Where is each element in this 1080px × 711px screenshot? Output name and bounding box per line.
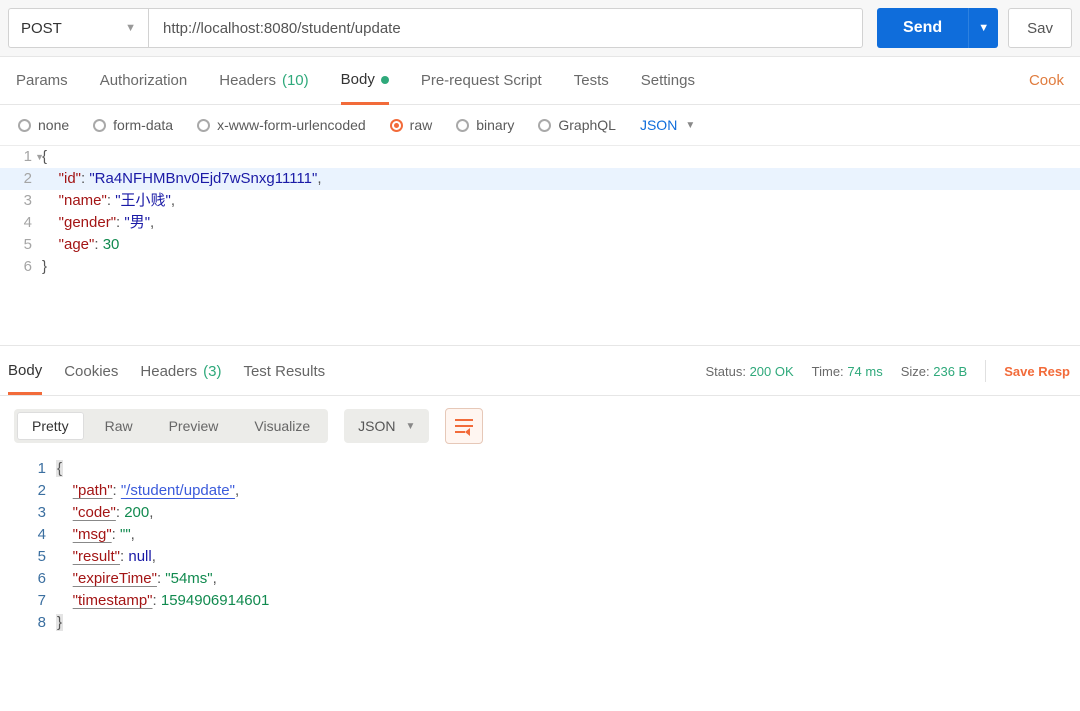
request-body-editor[interactable]: 1▼{2 "id": "Ra4NFHMBnv0Ejd7wSnxg11111",3… (0, 146, 1080, 346)
body-type-binary[interactable]: binary (456, 117, 514, 133)
view-raw[interactable]: Raw (87, 409, 151, 443)
send-button-group: Send ▼ (877, 8, 998, 48)
tab-authorization[interactable]: Authorization (100, 72, 188, 103)
tab-params[interactable]: Params (16, 72, 68, 103)
body-type-urlencoded[interactable]: x-www-form-urlencoded (197, 117, 366, 133)
tab-body-label: Body (341, 71, 375, 88)
content-type-value: JSON (640, 117, 677, 133)
resp-headers-count: (3) (203, 363, 221, 380)
save-button[interactable]: Sav (1008, 8, 1072, 48)
tab-prerequest[interactable]: Pre-request Script (421, 72, 542, 103)
content-type-select[interactable]: JSON ▼ (640, 117, 695, 133)
view-pretty[interactable]: Pretty (17, 412, 84, 440)
chevron-down-icon: ▼ (406, 421, 416, 432)
chevron-down-icon: ▼ (685, 120, 695, 131)
response-format-value: JSON (358, 418, 395, 434)
time-value: 74 ms (847, 364, 882, 379)
request-tabs: Params Authorization Headers (10) Body P… (0, 57, 1080, 105)
chevron-down-icon: ▼ (978, 22, 989, 34)
tab-headers-label: Headers (219, 72, 276, 89)
body-type-form-data[interactable]: form-data (93, 117, 173, 133)
response-toolbar: Pretty Raw Preview Visualize JSON ▼ (0, 396, 1080, 456)
response-format-select[interactable]: JSON ▼ (344, 409, 429, 443)
body-type-row: none form-data x-www-form-urlencoded raw… (0, 105, 1080, 146)
save-response-button[interactable]: Save Resp (1004, 364, 1070, 379)
tab-tests[interactable]: Tests (574, 72, 609, 103)
url-input[interactable] (148, 8, 863, 48)
request-bar: POST ▼ Send ▼ Sav (0, 0, 1080, 57)
tab-body[interactable]: Body (341, 71, 389, 105)
body-type-raw[interactable]: raw (390, 117, 433, 133)
size-label: Size: (901, 364, 930, 379)
method-select[interactable]: POST ▼ (8, 8, 148, 48)
cookies-link[interactable]: Cook (1029, 72, 1064, 103)
status-value: 200 OK (750, 364, 794, 379)
resp-tab-body[interactable]: Body (8, 362, 42, 395)
method-value: POST (21, 20, 62, 37)
resp-tab-headers-label: Headers (140, 363, 197, 380)
send-button[interactable]: Send (877, 8, 968, 48)
resp-tab-test-results[interactable]: Test Results (243, 363, 325, 393)
view-visualize[interactable]: Visualize (236, 409, 328, 443)
resp-tab-headers[interactable]: Headers (3) (140, 363, 221, 393)
response-tabs: Body Cookies Headers (3) Test Results St… (0, 346, 1080, 396)
view-mode-group: Pretty Raw Preview Visualize (14, 409, 328, 443)
wrap-lines-button[interactable] (445, 408, 483, 444)
response-meta: Status: 200 OK Time: 74 ms Size: 236 B S… (705, 360, 1070, 395)
response-body-viewer[interactable]: 1{2 "path": "/student/update",3 "code": … (0, 456, 1080, 634)
body-type-graphql[interactable]: GraphQL (538, 117, 616, 133)
size-value: 236 B (933, 364, 967, 379)
time-label: Time: (812, 364, 844, 379)
view-preview[interactable]: Preview (151, 409, 237, 443)
tab-headers[interactable]: Headers (10) (219, 72, 308, 103)
chevron-down-icon: ▼ (125, 22, 136, 34)
body-indicator-dot (381, 76, 389, 84)
resp-tab-cookies[interactable]: Cookies (64, 363, 118, 393)
status-label: Status: (705, 364, 745, 379)
send-dropdown[interactable]: ▼ (968, 8, 998, 48)
divider (985, 360, 986, 382)
wrap-icon (455, 419, 473, 433)
body-type-none[interactable]: none (18, 117, 69, 133)
headers-count: (10) (282, 72, 309, 89)
tab-settings[interactable]: Settings (641, 72, 695, 103)
